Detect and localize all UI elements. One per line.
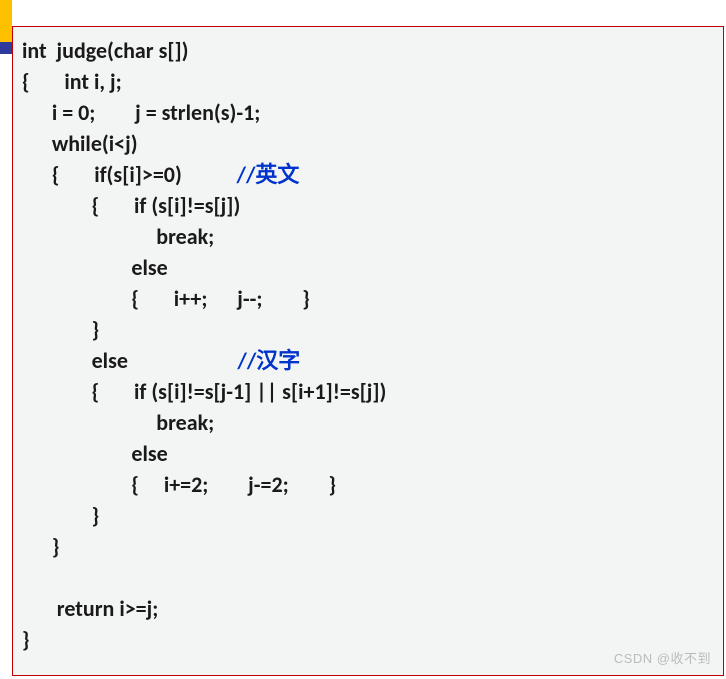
code-line: } (17, 316, 99, 343)
code-line: else (17, 440, 168, 467)
code-line: } (17, 626, 30, 653)
code-line: return i>=j; (17, 595, 158, 622)
code-line: { i++; j--; } (17, 285, 310, 312)
watermark: CSDN @收不到 (614, 648, 711, 667)
comment-chinese: //汉字 (237, 347, 300, 374)
code-line: break; (17, 223, 214, 250)
code-line: { if (s[i]!=s[j]) (17, 192, 240, 219)
decoration-blue-corner (0, 42, 12, 54)
code-line: else (17, 254, 168, 281)
code-line: { if (s[i]!=s[j-1] || s[i+1]!=s[j]) (17, 378, 386, 405)
decoration-yellow-stripe (0, 0, 12, 42)
code-line: break; (17, 409, 214, 436)
code-line: } (17, 502, 99, 529)
code-content: int judge(char s[]) { int i, j; i = 0; j… (17, 35, 723, 655)
code-line: { if(s[i]>=0) (17, 161, 237, 188)
code-line: i = 0; j = strlen(s)-1; (17, 99, 260, 126)
comment-english: //英文 (237, 161, 300, 188)
code-line: int judge(char s[]) (17, 37, 189, 64)
code-snippet-box: int judge(char s[]) { int i, j; i = 0; j… (12, 26, 724, 676)
code-line: } (17, 533, 59, 560)
code-line: else (17, 347, 237, 374)
code-line: { int i, j; (17, 68, 122, 95)
code-line: { i+=2; j-=2; } (17, 471, 336, 498)
code-line: while(i<j) (17, 130, 138, 157)
